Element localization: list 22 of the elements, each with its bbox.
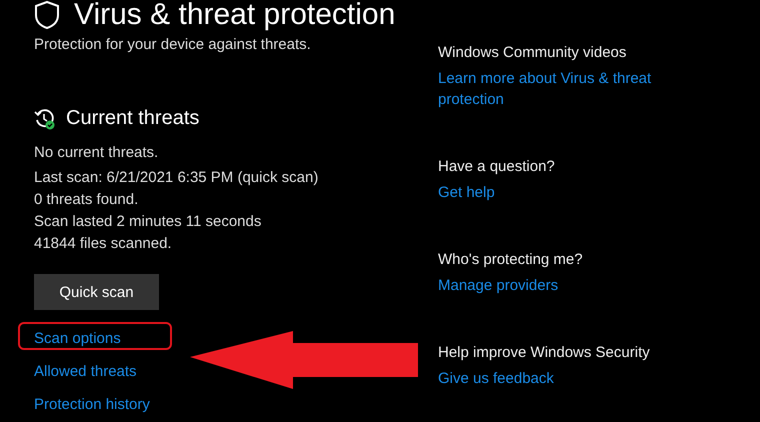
link[interactable]: Scan options — [34, 330, 121, 347]
link[interactable]: Get help — [438, 182, 678, 203]
history-check-icon — [34, 108, 56, 130]
section-heading: Current threats — [66, 107, 200, 130]
scan-info-text: 41844 files scanned. — [34, 234, 173, 254]
scan-info-text: 0 threats found. — [34, 190, 140, 210]
quick-scan-button[interactable]: Quick scan — [34, 274, 159, 310]
link[interactable]: Give us feedback — [438, 368, 678, 389]
section-heading: Have a question? — [438, 158, 556, 175]
page-subtitle: Protection for your device against threats. — [34, 36, 312, 53]
scan-info-text: Last scan: 6/21/2021 6:35 PM (quick scan) — [34, 168, 320, 188]
link[interactable]: Protection history — [34, 396, 150, 413]
section-heading: Help improve Windows Security — [438, 344, 651, 361]
section-heading: Who's protecting me? — [438, 251, 584, 268]
section-heading: Windows Community videos — [438, 44, 628, 61]
scan-info-text: Scan lasted 2 minutes 11 seconds — [34, 212, 262, 232]
page-title: Virus & threat protection — [74, 0, 396, 33]
shield-icon — [34, 0, 60, 30]
link[interactable]: Manage providers — [438, 275, 678, 296]
scan-info-text: No current threats. — [34, 143, 160, 163]
link[interactable]: Allowed threats — [34, 363, 137, 380]
link[interactable]: Learn more about Virus & threat protection — [438, 68, 678, 110]
